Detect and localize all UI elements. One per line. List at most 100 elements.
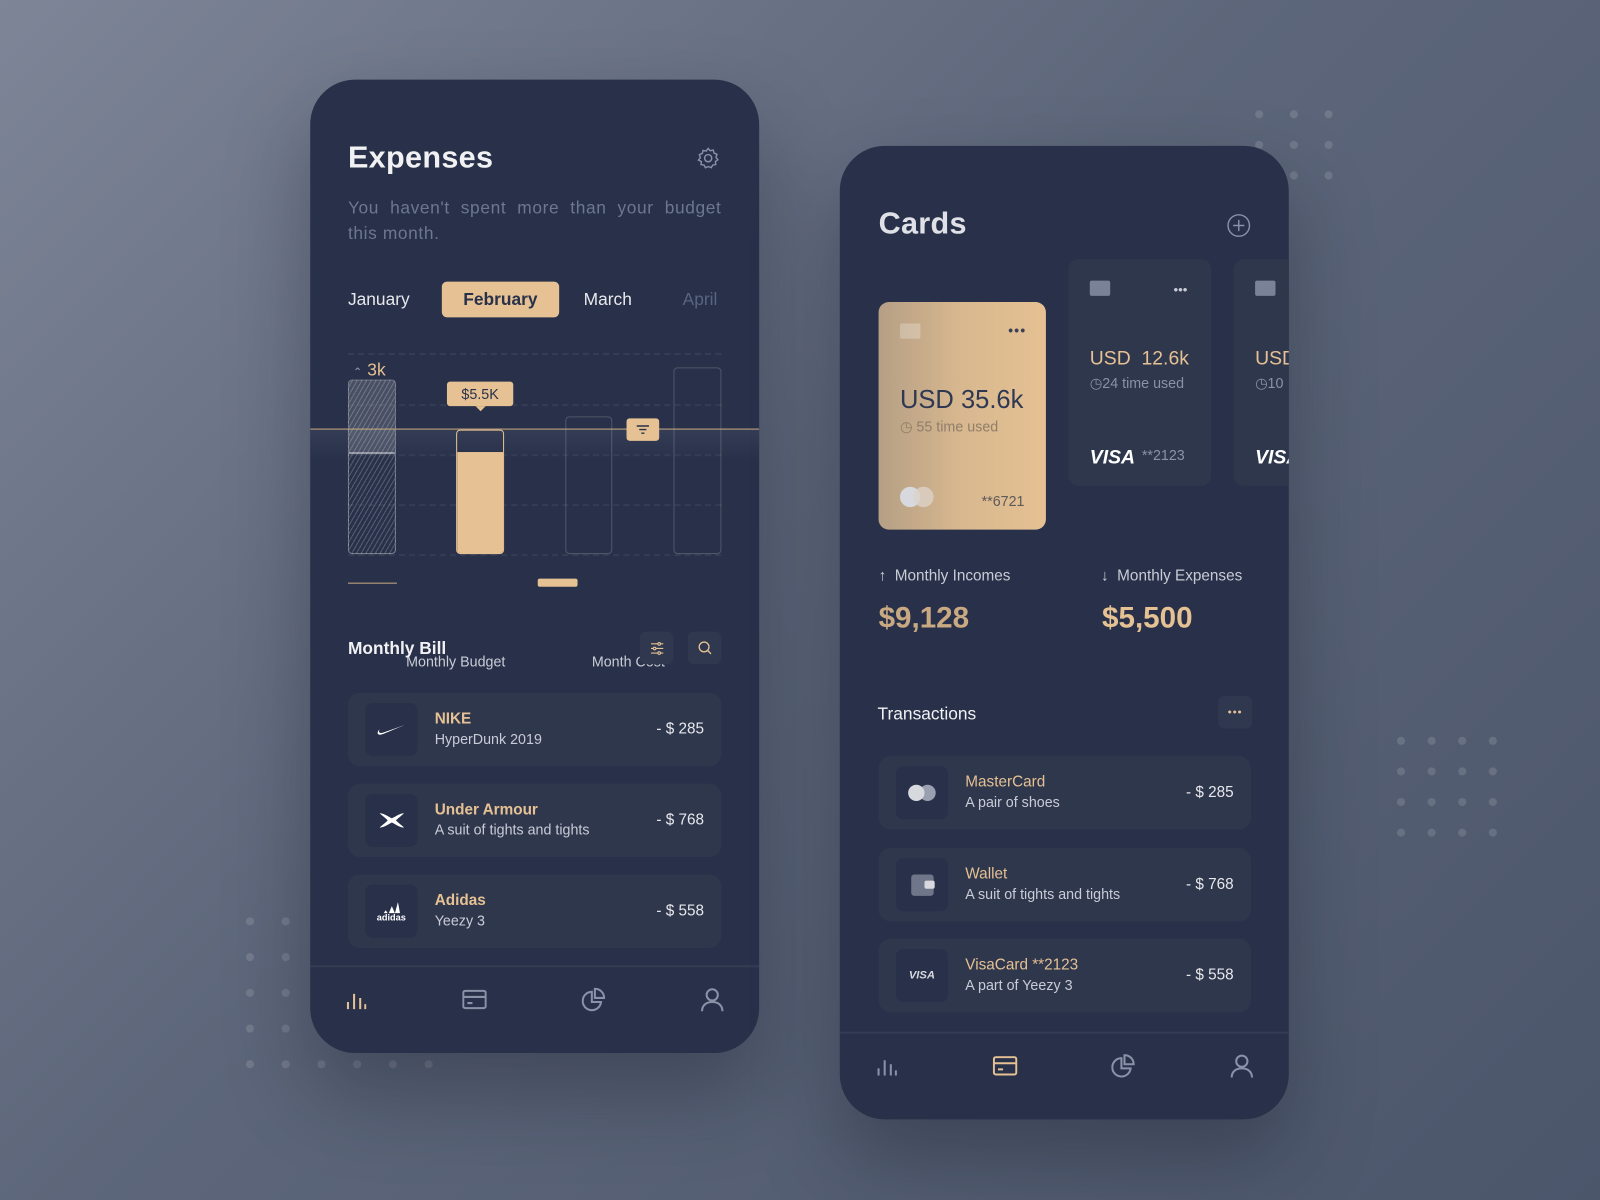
monthly-bill-title: Monthly Bill: [347, 638, 447, 659]
nav-chart-icon[interactable]: [1110, 1053, 1137, 1080]
bill-item-desc: Yeezy 3: [434, 912, 486, 929]
card-chip-icon: [899, 323, 921, 339]
decor-dot: [245, 953, 255, 962]
tab-february[interactable]: February: [441, 281, 559, 318]
sliders-icon: [650, 641, 663, 655]
monthly-expenses-label: ↓ Monthly Expenses: [1101, 567, 1243, 585]
bill-item-nike[interactable]: NIKE HyperDunk 2019 - $ 285: [347, 692, 722, 767]
card-visa-2[interactable]: USD ◷10 VISA: [1233, 259, 1289, 486]
under-armour-logo: [365, 793, 418, 847]
nav-chart-icon[interactable]: [581, 987, 608, 1014]
budget-filter-handle[interactable]: [626, 418, 660, 441]
nav-profile-icon[interactable]: [699, 987, 726, 1014]
clock-icon: ◷: [1255, 374, 1268, 391]
decor-dot: [1488, 797, 1497, 807]
card-usage: ◷24 time used: [1089, 374, 1185, 391]
clock-icon: ◷: [899, 418, 913, 435]
card-amount: USD 12.6k: [1089, 347, 1189, 370]
decor-dot: [1458, 767, 1467, 776]
decor-dot: [1458, 736, 1467, 745]
page-title: Cards: [878, 207, 967, 241]
decor-dot: [281, 953, 290, 962]
arrow-up-icon: ↑: [878, 567, 887, 585]
decor-dot: [1289, 110, 1298, 119]
filter-button[interactable]: [639, 631, 674, 665]
decor-dot: [1427, 797, 1436, 807]
nav-profile-icon[interactable]: [1229, 1053, 1256, 1080]
transactions-title: Transactions: [877, 704, 977, 724]
gear-icon[interactable]: [696, 146, 720, 176]
transaction-item-visa[interactable]: VISA VisaCard **2123 A part of Yeezy 3 -…: [878, 938, 1252, 1013]
budget-message: You haven't spent more than your budget …: [347, 197, 722, 243]
bill-item-adidas[interactable]: adidas Adidas Yeezy 3 - $ 558: [347, 874, 722, 948]
decor-dot: [1488, 767, 1497, 776]
decor-dots-right: [1396, 736, 1519, 837]
transaction-desc: A pair of shoes: [965, 793, 1060, 811]
card-usage: ◷ 55 time used: [899, 418, 999, 435]
card-amount: USD: [1255, 347, 1289, 370]
card-number: **2123: [1141, 446, 1185, 464]
bar-february[interactable]: [456, 429, 505, 555]
transactions-more-button[interactable]: •••: [1218, 695, 1253, 729]
legend-budget-line: [347, 582, 397, 584]
bill-item-name: Under Armour: [434, 801, 538, 819]
card-visa[interactable]: ••• USD 12.6k ◷24 time used VISA **2123: [1068, 259, 1212, 486]
decor-dot: [1488, 828, 1497, 837]
cards-screen: Cards ••• USD 35.6k ◷ 55 time used **672…: [839, 145, 1289, 1120]
decor-dot: [1396, 797, 1406, 807]
card-usage: ◷10: [1255, 374, 1284, 391]
decor-dot: [1427, 767, 1436, 776]
decor-dot: [1458, 797, 1467, 807]
decor-dot: [1396, 736, 1406, 745]
decor-dot: [353, 1060, 362, 1069]
search-icon: [698, 641, 711, 655]
tab-april[interactable]: April: [683, 282, 718, 318]
bill-item-name: NIKE: [434, 710, 472, 728]
decor-dot: [1458, 828, 1467, 837]
card-amount: USD 35.6k: [899, 385, 1024, 415]
decor-dot: [1324, 171, 1333, 180]
decor-dot: [281, 1024, 290, 1033]
clock-icon: ◷: [1089, 374, 1103, 391]
bill-item-name: Adidas: [434, 891, 486, 910]
transaction-desc: A part of Yeezy 3: [965, 976, 1073, 993]
bill-item-amount: - $ 768: [656, 811, 705, 829]
monthly-incomes-label: ↑ Monthly Incomes: [878, 567, 1011, 585]
decor-dot: [1324, 140, 1333, 149]
transaction-amount: - $ 285: [1186, 783, 1234, 802]
decor-dot: [1488, 736, 1497, 745]
adidas-logo: adidas: [365, 884, 418, 938]
mastercard-logo: [899, 486, 935, 508]
nav-cards-icon[interactable]: [992, 1053, 1019, 1080]
monthly-expenses-value: $5,500: [1102, 602, 1193, 635]
transaction-name: VisaCard **2123: [965, 956, 1079, 974]
decor-dot: [1289, 171, 1298, 180]
decor-dot: [1255, 110, 1264, 119]
search-button[interactable]: [687, 631, 722, 665]
card-mastercard[interactable]: ••• USD 35.6k ◷ 55 time used **6721: [878, 302, 1046, 530]
tab-january[interactable]: January: [348, 282, 410, 318]
nav-stats-icon[interactable]: [873, 1053, 900, 1080]
expenses-screen: Expenses You haven't spent more than you…: [310, 79, 760, 1054]
transaction-item-mastercard[interactable]: MasterCard A pair of shoes - $ 285: [878, 756, 1252, 830]
visa-icon: VISA: [895, 948, 948, 1003]
decor-dot: [1427, 736, 1436, 745]
nav-cards-icon[interactable]: [461, 987, 488, 1014]
tab-march[interactable]: March: [584, 282, 632, 318]
bill-item-under-armour[interactable]: Under Armour A suit of tights and tights…: [347, 783, 722, 858]
budget-line: [310, 428, 760, 430]
bar-april[interactable]: [673, 367, 722, 555]
decor-dot: [281, 988, 290, 997]
nav-stats-icon[interactable]: [343, 987, 370, 1014]
decor-dot: [1427, 828, 1436, 837]
transaction-amount: - $ 768: [1186, 875, 1234, 893]
bar-march[interactable]: [565, 416, 613, 555]
transaction-item-wallet[interactable]: Wallet A suit of tights and tights - $ 7…: [878, 847, 1252, 922]
page-title: Expenses: [347, 140, 494, 175]
more-icon[interactable]: •••: [1173, 282, 1187, 297]
add-card-icon[interactable]: [1227, 213, 1251, 243]
mastercard-icon: [895, 766, 948, 820]
bill-item-amount: - $ 285: [656, 720, 705, 738]
more-icon[interactable]: •••: [1008, 322, 1026, 338]
bar-january[interactable]: [347, 379, 396, 555]
